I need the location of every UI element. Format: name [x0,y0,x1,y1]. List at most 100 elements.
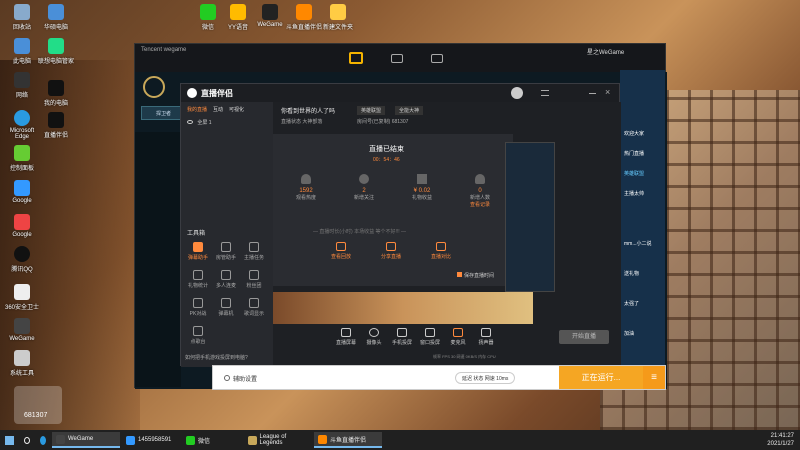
close-icon[interactable]: × [605,87,610,97]
start-icon[interactable] [0,432,18,448]
gift-icon [417,174,427,184]
tool-admin[interactable]: 房管助手 [213,242,239,261]
view-record-link[interactable]: 查看记录 [457,201,503,208]
room-status: 直播状态 大神部落 [281,119,323,125]
speaker-button[interactable]: 扬声器 [473,328,499,346]
tools-title: 工具箱 [187,231,206,237]
live-ended-panel: 直播已结束 00：54：46 1592 观看热度 2 新增关注 ¥ 0.02 礼物收益… [273,134,513,286]
chat-panel: 欢迎大家 热门直播 英雄联盟 主播太帅 mm...小二说 送礼物 太强了 加油 [620,70,665,370]
streaming-window: 直播伴侣 × 我的直播 互动 可视化 全屏 1 工具箱 弹幕助手 房管助手 主播… [180,83,621,367]
security-icon[interactable]: 360安全卫士 [2,284,42,311]
tab-interact[interactable]: 互动 [213,106,223,113]
tools-icon[interactable]: 系统工具 [2,350,42,377]
tool-barrage[interactable]: 弹幕机 [213,298,239,317]
my-computer-icon[interactable]: 我的电脑 [36,80,76,107]
lol-logo-icon [143,76,165,98]
tab-visual[interactable]: 可视化 [229,106,244,113]
taskbar-item-wechat[interactable]: 微信 [182,432,242,448]
tool-pk[interactable]: PK对战 [185,298,211,317]
tab-my-live[interactable]: 我的直播 [187,106,207,113]
category-tag[interactable]: 英雄联盟 [357,106,386,115]
library-icon[interactable] [391,54,403,63]
tool-gift[interactable]: 礼物统计 [185,270,211,289]
room-title[interactable]: 你看到世界的人了吗 [281,106,335,115]
avatar[interactable] [511,87,523,99]
eye-icon[interactable] [187,120,193,124]
edge-taskbar-icon[interactable] [36,432,50,448]
scene-item[interactable]: 全屏 1 [181,117,273,128]
ended-note: — 直播时长(小时) 本场收益 等个不好!!! — [313,229,407,235]
search-icon[interactable] [20,432,34,448]
system-clock[interactable]: 21:41:27 2021/1/27 [767,432,794,448]
taskbar-item-douyu[interactable]: 斗鱼直播伴侣 [314,432,382,448]
save-record-checkbox[interactable]: 保存直播时间 [457,272,494,279]
fire-icon [301,174,311,184]
home-icon[interactable] [349,52,363,64]
taskbar-item-qq[interactable]: 1455958591 [122,432,180,448]
folder-icon[interactable]: 新建文件夹 [318,4,358,31]
start-live-button[interactable]: 开始直播 [559,330,609,344]
taskbar-item-wegame[interactable]: WeGame [52,432,120,448]
menu-icon[interactable] [541,90,549,96]
wegame-statusbar: 辅助设置 延迟 状态 网速 10ms 正在运行... ≡ [212,365,666,390]
qq-icon[interactable]: 腾讯QQ [2,246,42,273]
lol-play-button[interactable]: 捍卫者 [141,106,181,120]
chat-line: 太强了 [624,301,640,307]
app-logo-icon [187,88,197,98]
streaming-main: 你看到世界的人了吗 英雄联盟 全能大神 直播状态 大神部落 房间号(已复制) 6… [273,102,621,367]
chat-line: 英雄联盟 [624,171,645,177]
taskbar-item-lol[interactable]: League of Legends [244,432,312,448]
taskbar: WeGame 1455958591 微信 League of Legends 斗… [0,430,800,450]
stat-follow: 2 新增关注 [341,174,387,201]
chat-line: 欢迎大家 [624,131,645,137]
network-status: 延迟 状态 网速 10ms [455,372,516,384]
tool-song[interactable]: 点歌台 [185,326,211,345]
tool-task[interactable]: 主播任务 [241,242,267,261]
settings-button[interactable]: 辅助设置 [219,372,262,384]
wegame-desktop-icon[interactable]: WeGame [2,318,42,342]
lol-side-panel [135,132,181,387]
tool-mic[interactable]: 多人连麦 [213,270,239,289]
streamer-icon[interactable]: 直播伴侣 [36,112,76,139]
chat-line: 热门直播 [624,151,645,157]
ended-title: 直播已结束 [369,146,404,153]
preview-side [505,142,555,292]
checkbox-icon[interactable] [457,272,462,277]
fan-button[interactable]: 全能大神 [395,106,424,115]
tool-fans[interactable]: 粉丝团 [241,270,267,289]
wegame-titlebar: Tencent wegame 星之WeGame [135,44,665,72]
chat-line: 送礼物 [624,271,640,277]
preview-screen [273,292,533,324]
streaming-sidebar: 我的直播 互动 可视化 全屏 1 工具箱 弹幕助手 房管助手 主播任务 礼物统计… [181,102,273,367]
chat-line: 加油 [624,331,635,337]
ended-time: 00：54：46 [373,157,400,163]
room-id: 房间号(已复制) 681307 [357,119,409,125]
pc-icon[interactable]: 华硕电脑 [36,4,76,31]
screen-capture-button[interactable]: 直播屏幕 [333,328,359,346]
window-cast-button[interactable]: 窗口投屏 [417,328,443,346]
replay-button[interactable]: 查看回放 [323,242,359,260]
lenovo-icon[interactable]: 联想电脑管家 [36,38,76,65]
menu-button[interactable]: ≡ [643,366,665,389]
control-panel-icon[interactable]: 控制面板 [2,145,42,172]
user-icon [475,174,485,184]
stat-new: 0 新增人数 查看记录 [457,174,503,208]
stat-heat: 1592 观看热度 [283,174,329,201]
share-button[interactable]: 分享直播 [373,242,409,260]
tool-lyrics[interactable]: 歌词显示 [241,298,267,317]
streaming-titlebar: 直播伴侣 × [181,84,619,102]
compare-button[interactable]: 直播对比 [423,242,459,260]
phone-cast-button[interactable]: 手机投屏 [389,328,415,346]
footer-info: 帧率 FPS 30 网速 0KB/S 内存 CPU [433,354,496,359]
tool-danmu[interactable]: 弹幕助手 [185,242,211,261]
browser-icon[interactable]: Google [2,180,42,204]
chat-line: mm...小二说 [624,241,652,247]
store-icon[interactable] [431,54,443,63]
heart-icon [359,174,369,184]
notice-link[interactable]: 如何把手机游戏投屏到电脑? [185,354,248,361]
watermark-logo: 681307 [14,386,62,424]
google-icon[interactable]: Google [2,214,42,238]
camera-button[interactable]: 摄像头 [361,328,387,346]
minimize-icon[interactable] [589,93,596,94]
microphone-button[interactable]: 麦克风 [445,328,471,346]
